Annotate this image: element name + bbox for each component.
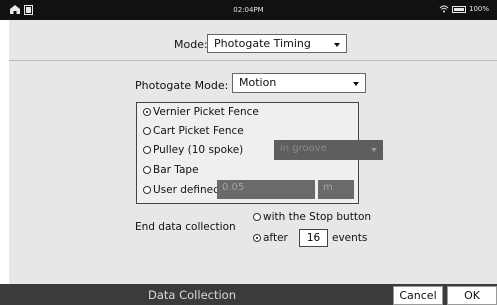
radio-bar-tape[interactable]: Bar Tape: [143, 163, 199, 177]
radio-icon: [143, 166, 151, 174]
radio-pulley[interactable]: Pulley (10 spoke): [143, 143, 243, 157]
radio-vernier-picket-fence[interactable]: Vernier Picket Fence: [143, 105, 259, 119]
radio-label: User defined: [153, 184, 220, 196]
radio-label: after: [263, 232, 288, 244]
battery-level: 100%: [468, 5, 489, 13]
radio-label: Cart Picket Fence: [153, 125, 244, 137]
radio-after-events[interactable]: after: [253, 231, 288, 245]
radio-label: Vernier Picket Fence: [153, 106, 259, 118]
end-collection-label: End data collection: [135, 221, 236, 233]
chevron-down-icon: [334, 43, 340, 47]
events-count-input[interactable]: 16: [299, 229, 328, 247]
photogate-mode-value: Motion: [239, 76, 277, 89]
wifi-icon: [439, 5, 449, 13]
photogate-mode-select[interactable]: Motion: [232, 73, 366, 93]
chevron-down-icon: [353, 82, 359, 86]
settings-panel: Mode: Photogate Timing Photogate Mode: M…: [9, 20, 497, 284]
radio-stop-button[interactable]: with the Stop button: [253, 210, 371, 224]
mode-select-value: Photogate Timing: [214, 37, 311, 50]
radio-icon: [143, 127, 151, 135]
user-defined-value-input[interactable]: 0.05: [217, 180, 315, 199]
radio-icon: [143, 186, 151, 194]
clock: 02:04PM: [233, 6, 264, 14]
cancel-button[interactable]: Cancel: [393, 286, 443, 305]
photogate-mode-label: Photogate Mode:: [135, 79, 229, 92]
status-bar: 02:04PM 100%: [0, 0, 497, 20]
pulley-groove-select[interactable]: in groove: [274, 140, 383, 160]
radio-icon: [253, 213, 261, 221]
radio-selected-icon: [253, 234, 261, 242]
chevron-down-icon: [371, 148, 377, 152]
fence-type-group: Vernier Picket Fence Cart Picket Fence P…: [136, 102, 383, 204]
radio-user-defined[interactable]: User defined: [143, 183, 220, 197]
events-label: events: [332, 232, 368, 244]
radio-label: Bar Tape: [153, 164, 199, 176]
pulley-groove-value: in groove: [280, 143, 327, 154]
battery-icon: [451, 5, 466, 13]
mode-select[interactable]: Photogate Timing: [207, 34, 347, 53]
mode-bar: Mode: Photogate Timing: [9, 20, 497, 61]
radio-icon: [143, 146, 151, 154]
ok-button[interactable]: OK: [447, 286, 497, 305]
radio-selected-icon: [143, 108, 151, 116]
user-defined-unit-input[interactable]: m: [318, 180, 354, 199]
radio-cart-picket-fence[interactable]: Cart Picket Fence: [143, 124, 244, 138]
footer-title: Data Collection: [148, 288, 236, 302]
radio-label: Pulley (10 spoke): [153, 144, 244, 156]
radio-label: with the Stop button: [263, 211, 372, 223]
mode-label: Mode:: [174, 38, 208, 51]
